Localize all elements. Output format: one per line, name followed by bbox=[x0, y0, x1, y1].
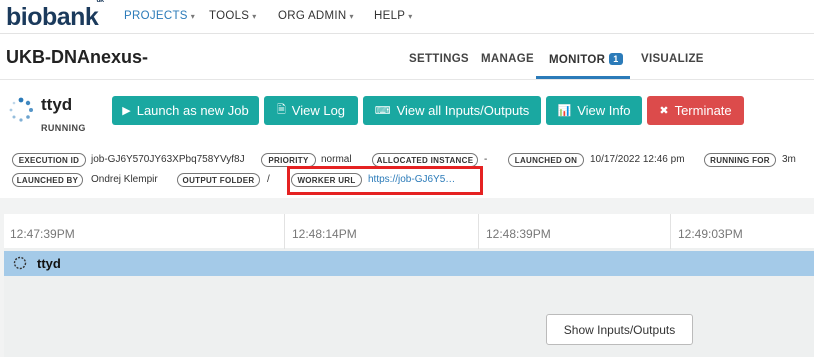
execution-id-value: job-GJ6Y570JY63XPbq758YVyf8J bbox=[91, 154, 245, 165]
terminate-button[interactable]: ✖ Terminate bbox=[647, 96, 744, 125]
running-for-value: 3m bbox=[782, 154, 796, 165]
chevron-down-icon: ▾ bbox=[252, 12, 257, 21]
tab-monitor[interactable]: MONITOR 1 bbox=[549, 53, 623, 66]
execution-id-label: EXECUTION ID bbox=[12, 153, 86, 167]
view-info-button[interactable]: 📊 View Info bbox=[546, 96, 642, 125]
close-icon: ✖ bbox=[659, 105, 669, 117]
running-spinner-icon bbox=[9, 97, 33, 122]
play-icon: ▶ bbox=[122, 105, 131, 117]
document-icon: 🗎 bbox=[276, 104, 286, 116]
nav-help[interactable]: HELP ▾ bbox=[374, 10, 413, 22]
project-bar: UKB-DNAnexus- SETTINGS MANAGE MONITOR 1 V… bbox=[0, 35, 814, 80]
keyboard-icon: ⌨ bbox=[374, 105, 391, 117]
timeline-tick: 12:49:03PM bbox=[678, 227, 743, 241]
timeline-tick: 12:48:14PM bbox=[292, 227, 357, 241]
chevron-down-icon: ▾ bbox=[190, 12, 196, 21]
view-all-io-button[interactable]: ⌨ View all Inputs/Outputs bbox=[363, 96, 541, 125]
timeline-tick: 12:48:39PM bbox=[486, 227, 551, 241]
launched-by-value: Ondrej Klempir bbox=[91, 174, 158, 185]
project-name: UKB-DNAnexus- bbox=[6, 47, 149, 67]
allocated-instance-value: - bbox=[484, 154, 488, 165]
nav-org-admin[interactable]: ORG ADMIN ▾ bbox=[278, 10, 354, 22]
chevron-down-icon: ▾ bbox=[349, 12, 354, 21]
job-name: ttyd bbox=[41, 95, 73, 114]
allocated-instance-label: ALLOCATED INSTANCE bbox=[372, 153, 478, 167]
priority-label: PRIORITY bbox=[261, 153, 316, 167]
monitor-count-badge: 1 bbox=[609, 53, 623, 65]
launched-by-label: LAUNCHED BY bbox=[12, 173, 83, 187]
nav-projects[interactable]: PROJECTS ▾ bbox=[124, 10, 195, 22]
output-folder-value: / bbox=[267, 174, 270, 185]
biobank-logo[interactable]: biobankuk bbox=[6, 0, 106, 32]
timeline-job-bar[interactable] bbox=[4, 251, 814, 276]
bar-chart-icon: 📊 bbox=[557, 105, 572, 117]
launched-on-label: LAUNCHED ON bbox=[508, 153, 584, 167]
active-tab-indicator bbox=[536, 76, 630, 79]
timeline-tick: 12:47:39PM bbox=[10, 227, 75, 241]
priority-value: normal bbox=[321, 154, 352, 165]
output-folder-label: OUTPUT FOLDER bbox=[177, 173, 260, 187]
timeline-job-label: ttyd bbox=[37, 256, 61, 271]
nav-tools[interactable]: TOOLS ▾ bbox=[209, 10, 257, 22]
view-log-button[interactable]: 🗎 View Log bbox=[264, 96, 358, 125]
running-for-label: RUNNING FOR bbox=[704, 153, 776, 167]
timeline-gridline bbox=[284, 214, 285, 249]
timeline-gridline bbox=[670, 214, 671, 249]
tab-settings[interactable]: SETTINGS bbox=[409, 53, 469, 65]
top-nav: biobankuk PROJECTS ▾ TOOLS ▾ ORG ADMIN ▾ HE… bbox=[0, 0, 814, 34]
timeline-gridline bbox=[478, 214, 479, 249]
launched-on-value: 10/17/2022 12:46 pm bbox=[590, 154, 685, 165]
show-inputs-outputs-button[interactable]: Show Inputs/Outputs bbox=[546, 314, 693, 345]
running-spinner-icon bbox=[13, 256, 27, 270]
worker-url-highlight-box bbox=[287, 166, 483, 195]
launch-new-job-button[interactable]: ▶ Launch as new Job bbox=[112, 96, 259, 125]
tab-manage[interactable]: MANAGE bbox=[481, 53, 534, 65]
chevron-down-icon: ▾ bbox=[408, 12, 413, 21]
tab-visualize[interactable]: VISUALIZE bbox=[641, 53, 704, 65]
job-state: RUNNING bbox=[41, 123, 86, 133]
